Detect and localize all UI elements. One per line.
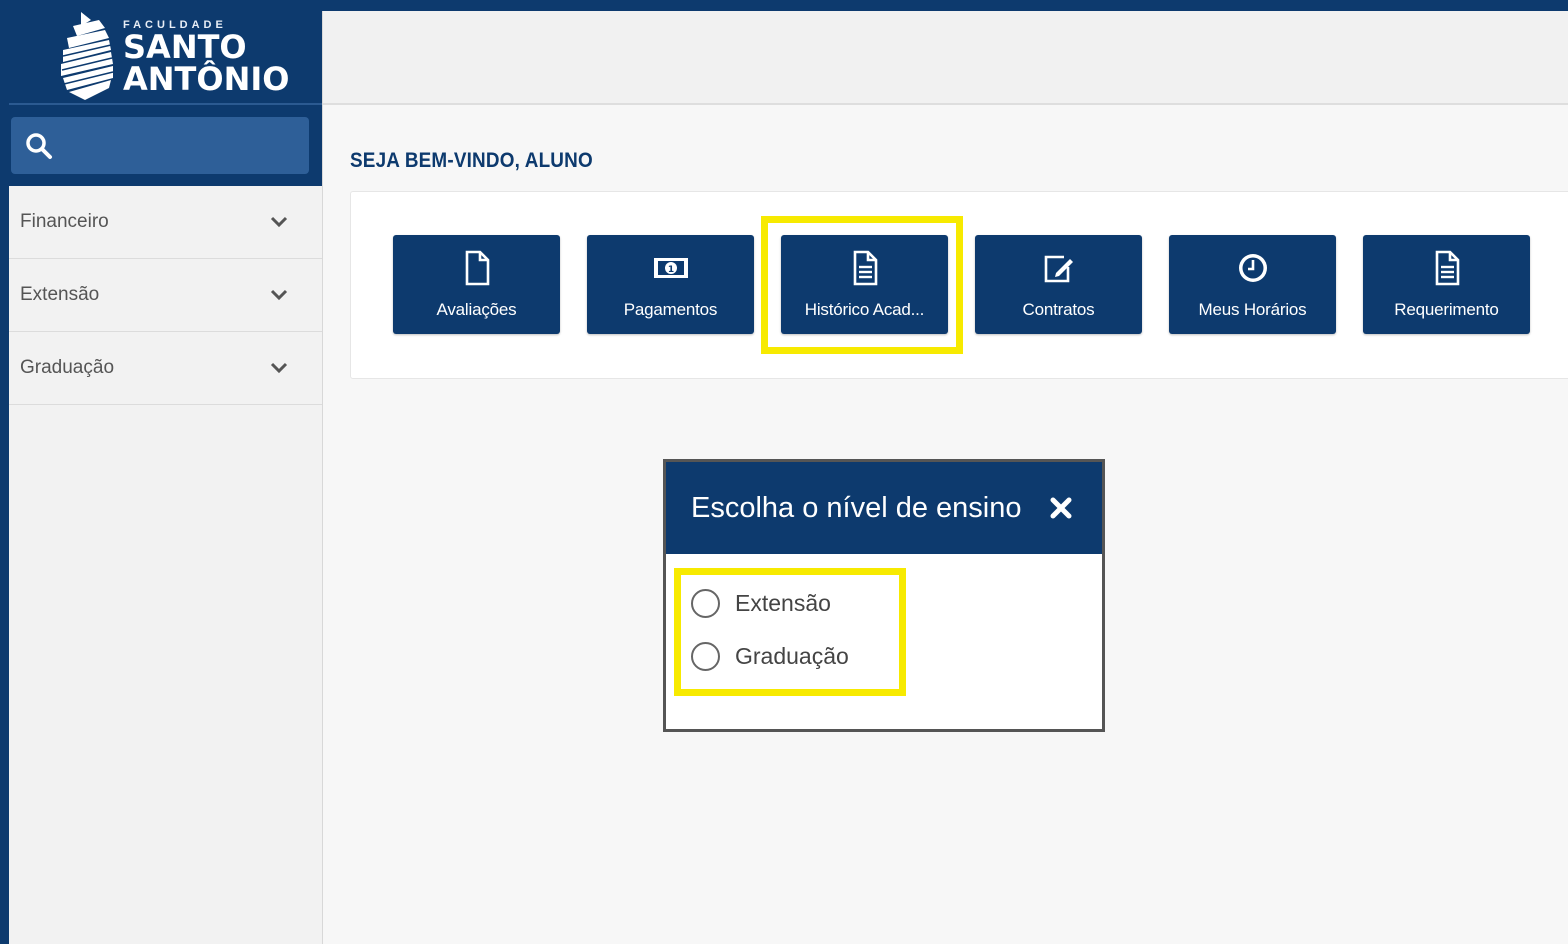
sidebar-item-graduacao[interactable]: Graduação bbox=[9, 332, 322, 405]
sidebar-item-label: Financeiro bbox=[20, 211, 109, 232]
modal-header: Escolha o nível de ensino bbox=[666, 462, 1102, 554]
sidebar: FACULDADE SANTO ANTÔNIO Financeiro Exten… bbox=[9, 11, 323, 944]
money-icon: 1 bbox=[653, 258, 688, 278]
brand-text: FACULDADE SANTO ANTÔNIO bbox=[123, 19, 290, 98]
chevron-down-icon bbox=[270, 216, 288, 228]
search-area bbox=[9, 105, 322, 186]
sidebar-item-label: Graduação bbox=[20, 357, 115, 378]
tile-label: Avaliações bbox=[436, 300, 517, 319]
logo-mark-icon bbox=[61, 12, 114, 100]
tile-label: Meus Horários bbox=[1198, 300, 1307, 319]
tile-pagamentos[interactable]: 1 Pagamentos bbox=[587, 235, 754, 334]
search-input[interactable] bbox=[11, 117, 309, 174]
svg-text:1: 1 bbox=[667, 265, 673, 275]
main-header bbox=[323, 11, 1568, 105]
edit-icon bbox=[1044, 255, 1073, 283]
shortcut-panel: Avaliações 1 Pagamentos Histórico Acad..… bbox=[350, 191, 1568, 379]
sidebar-item-extensao[interactable]: Extensão bbox=[9, 259, 322, 332]
brand-logo[interactable]: FACULDADE SANTO ANTÔNIO bbox=[9, 11, 322, 105]
sidebar-item-label: Extensão bbox=[20, 284, 100, 305]
clock-icon bbox=[1238, 254, 1267, 282]
document-text-icon bbox=[1435, 250, 1459, 286]
left-border-strip bbox=[0, 0, 9, 944]
tile-requerimento[interactable]: Requerimento bbox=[1363, 235, 1530, 334]
brand-line1: SANTO bbox=[123, 27, 247, 66]
tile-label: Requerimento bbox=[1394, 300, 1499, 319]
highlight-box bbox=[674, 568, 906, 696]
chevron-down-icon bbox=[270, 289, 288, 301]
tile-label: Pagamentos bbox=[623, 300, 718, 319]
tile-label: Contratos bbox=[1022, 300, 1095, 319]
file-icon bbox=[465, 250, 489, 286]
tile-contratos[interactable]: Contratos bbox=[975, 235, 1142, 334]
level-choice-modal: Escolha o nível de ensino Extensão Gradu… bbox=[663, 459, 1105, 732]
highlight-box bbox=[761, 216, 963, 354]
brand-line2: ANTÔNIO bbox=[123, 59, 290, 98]
page-title: SEJA BEM-VINDO, ALUNO bbox=[350, 149, 593, 172]
chevron-down-icon bbox=[270, 362, 288, 374]
modal-title: Escolha o nível de ensino bbox=[691, 491, 1022, 524]
top-bar bbox=[0, 0, 1568, 11]
close-icon[interactable] bbox=[1048, 495, 1074, 521]
tile-meus-horarios[interactable]: Meus Horários bbox=[1169, 235, 1336, 334]
search-icon bbox=[26, 132, 52, 159]
tile-avaliacoes[interactable]: Avaliações bbox=[393, 235, 560, 334]
sidebar-item-financeiro[interactable]: Financeiro bbox=[9, 186, 322, 259]
